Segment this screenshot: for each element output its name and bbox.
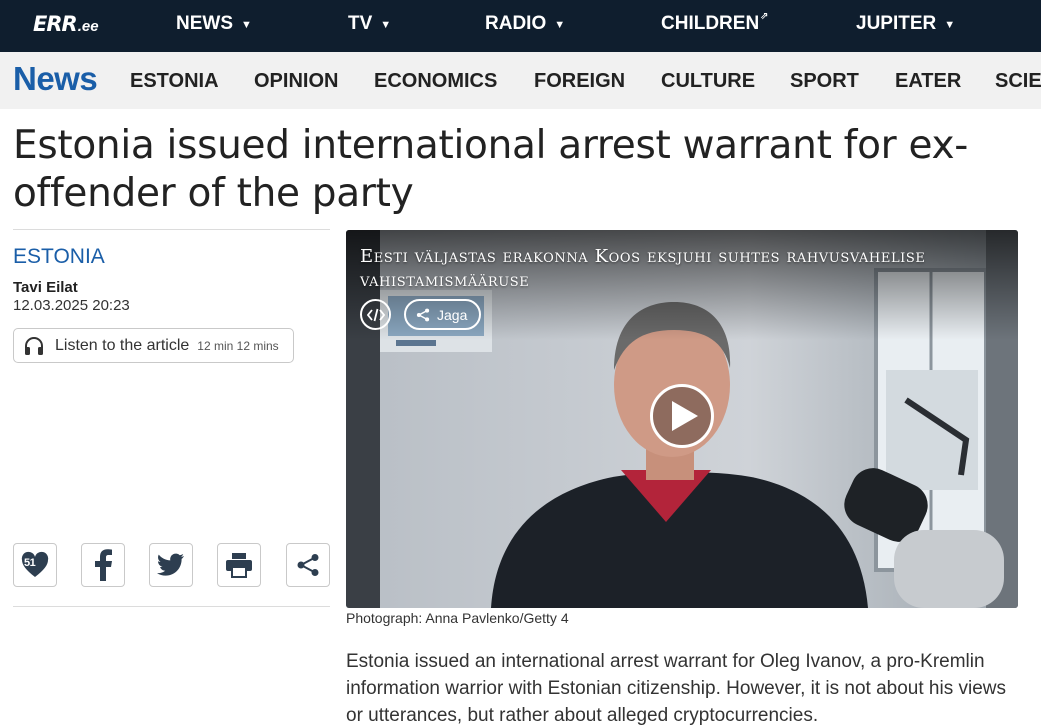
caret-down-icon: ▼	[380, 19, 392, 31]
section-science[interactable]: SCIE	[995, 70, 1041, 93]
news-brand-link[interactable]: News	[13, 60, 98, 98]
video-share-label: Jaga	[437, 306, 468, 323]
code-embed-icon	[366, 308, 385, 321]
topnav-tv[interactable]: TV ▼	[348, 13, 391, 35]
headphones-icon	[25, 336, 43, 355]
external-link-icon: ⇗	[760, 10, 769, 22]
listen-duration: 12 min 12 mins	[197, 338, 279, 353]
share-icon	[416, 308, 430, 321]
section-economics[interactable]: ECONOMICS	[374, 70, 497, 93]
facebook-share-button[interactable]	[81, 543, 125, 587]
err-logo[interactable]: ERR .ee	[33, 12, 99, 38]
share-icon	[297, 554, 319, 576]
print-button[interactable]	[217, 543, 261, 587]
listen-to-article-button[interactable]: Listen to the article 12 min 12 mins	[13, 328, 294, 363]
section-eater[interactable]: EATER	[895, 70, 961, 93]
article-author: Tavi Eilat	[13, 279, 78, 296]
listen-label: Listen to the article	[55, 336, 190, 354]
twitter-share-button[interactable]	[149, 543, 193, 587]
section-foreign[interactable]: FOREIGN	[534, 70, 625, 93]
article-datetime: 12.03.2025 20:23	[13, 297, 130, 314]
topnav-radio-label: RADIO	[485, 13, 547, 34]
section-sport[interactable]: SPORT	[790, 70, 859, 93]
like-count: 51	[24, 557, 36, 569]
top-navigation-bar: ERR .ee NEWS ▼ TV ▼ RADIO ▼ CHILDREN ⇗ J…	[0, 0, 1041, 52]
facebook-icon	[95, 549, 112, 581]
play-icon	[672, 401, 698, 431]
caret-down-icon: ▼	[554, 19, 566, 31]
topnav-news-label: NEWS	[176, 13, 233, 34]
print-icon	[226, 553, 252, 578]
topnav-radio[interactable]: RADIO ▼	[485, 13, 565, 35]
video-share-button[interactable]: Jaga	[404, 299, 482, 330]
article-category-link[interactable]: ESTONIA	[13, 245, 105, 269]
topnav-jupiter-label: JUPITER	[856, 13, 937, 34]
topnav-jupiter[interactable]: JUPITER ▼	[856, 13, 955, 35]
photo-caption: Photograph: Anna Pavlenko/Getty 4	[346, 610, 569, 626]
logo-mark: ERR	[33, 12, 78, 36]
share-button[interactable]	[286, 543, 330, 587]
topnav-tv-label: TV	[348, 13, 373, 34]
article-headline: Estonia issued international arrest warr…	[13, 123, 969, 216]
divider	[13, 229, 330, 230]
caret-down-icon: ▼	[944, 19, 956, 31]
divider	[13, 606, 330, 607]
caret-down-icon: ▼	[241, 19, 252, 31]
section-navigation-bar: News ESTONIA OPINION ECONOMICS FOREIGN C…	[0, 52, 1041, 109]
logo-tld: .ee	[77, 18, 99, 35]
topnav-news[interactable]: NEWS ▼	[176, 13, 252, 35]
section-culture[interactable]: CULTURE	[661, 70, 755, 93]
video-player[interactable]: Eesti väljastas erakonna Koos eksjuhi su…	[346, 230, 1018, 608]
twitter-icon	[157, 553, 184, 576]
play-button[interactable]	[650, 384, 714, 448]
video-title: Eesti väljastas erakonna Koos eksjuhi su…	[360, 246, 926, 291]
article-lead: Estonia issued an international arrest w…	[346, 651, 1007, 726]
topnav-children[interactable]: CHILDREN ⇗	[661, 10, 769, 35]
like-button[interactable]: 51	[13, 543, 57, 587]
section-opinion[interactable]: OPINION	[254, 70, 338, 93]
embed-button[interactable]	[360, 299, 391, 330]
topnav-children-label: CHILDREN	[661, 13, 760, 34]
section-estonia[interactable]: ESTONIA	[130, 70, 219, 93]
